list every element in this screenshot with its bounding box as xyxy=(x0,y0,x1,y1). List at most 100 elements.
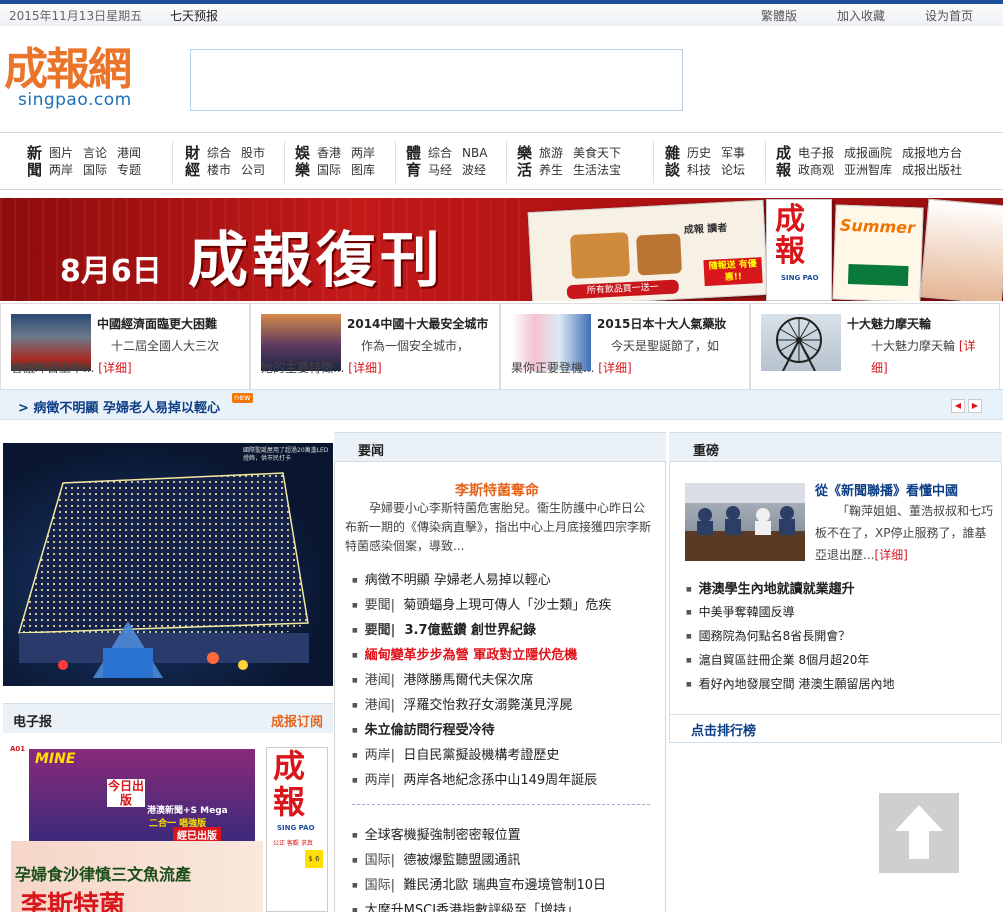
nav-item[interactable]: 成报画院 xyxy=(844,146,892,160)
nav-item[interactable]: 专题 xyxy=(117,163,141,177)
nav-item[interactable]: 图库 xyxy=(351,163,375,177)
revival-banner[interactable]: 8月6日 成報復刊 成報 讀者 隨報送 有優惠!! 所有飲品買一送一 成報 SI… xyxy=(0,198,1003,301)
headline-text[interactable]: 朱立倫訪問行程受冷待 xyxy=(365,723,495,738)
featured-item-text[interactable]: 港澳學生內地就讀就業趨升 xyxy=(699,582,855,597)
nav-item[interactable]: 马经 xyxy=(428,163,452,177)
nav-item[interactable]: 养生 xyxy=(539,163,563,177)
nav-group-title[interactable]: 體育 xyxy=(406,145,422,179)
headline-text[interactable]: 两岸各地紀念孫中山149周年誕辰 xyxy=(403,773,597,788)
featured-item[interactable]: ■ 看好內地發展空間 港澳生願留居內地 xyxy=(686,675,895,692)
card-more-link[interactable]: [详细] xyxy=(98,361,131,375)
headline-text[interactable]: 病徵不明顯 孕婦老人易掉以輕心 xyxy=(365,573,551,588)
nav-item[interactable]: 科技 xyxy=(687,163,711,177)
headline-text[interactable]: 港隊勝馬爾代夫保次席 xyxy=(403,673,533,688)
bookmark-link[interactable]: 加入收藏 xyxy=(837,7,885,24)
headline-item[interactable]: ■ 国际| 德被爆監聽盟國通訊 xyxy=(352,849,520,868)
nav-item[interactable]: 旅游 xyxy=(539,146,563,160)
headline-category[interactable]: 港闻| xyxy=(365,673,395,688)
nav-item[interactable]: 国际 xyxy=(83,163,107,177)
headline-text[interactable]: 浮羅交怡救孖女溺斃漢見浮屍 xyxy=(403,698,572,713)
headline-item[interactable]: ■ 两岸| 日自民黨擬設機構考證歷史 xyxy=(352,744,559,763)
headline-category[interactable]: 要聞| xyxy=(365,623,396,638)
headline-text[interactable]: 菊頭蝠身上現可傳人「沙士類」危疾 xyxy=(403,598,611,613)
nav-group-title[interactable]: 財經 xyxy=(185,145,201,179)
forecast-link[interactable]: 七天预报 xyxy=(170,7,218,24)
featured-card[interactable]: 中國經濟面臨更大困難 十二屆全國人大三次 會議昨日上午... [详细] xyxy=(0,303,250,389)
card-title[interactable]: 2014中國十大最安全城市 xyxy=(347,315,488,332)
nav-item[interactable]: NBA xyxy=(462,146,487,160)
headline-category[interactable]: 要聞| xyxy=(365,598,395,613)
card-title[interactable]: 十大魅力摩天輪 xyxy=(847,315,931,332)
nav-group-title[interactable]: 娛樂 xyxy=(295,145,311,179)
featured-photo[interactable]: 國際聖誕屋用了超過20萬盞LED燈飾，供市民打卡 xyxy=(3,443,333,686)
featured-thumbnail[interactable] xyxy=(685,483,805,561)
ticker-link[interactable]: > 病徵不明顯 孕婦老人易掉以輕心 xyxy=(18,397,220,416)
card-title[interactable]: 2015日本十大人氣藥妝 xyxy=(597,315,726,332)
featured-card[interactable]: 2015日本十大人氣藥妝 今天是聖誕節了，如 果你正要登機... [详细] xyxy=(500,303,750,389)
headline-text[interactable]: 緬甸變革步步為營 軍政對立隱伏危機 xyxy=(365,648,578,663)
featured-item[interactable]: ■ 中美爭奪韓國反導 xyxy=(686,603,795,620)
top-headline[interactable]: 李斯特菌奪命 xyxy=(455,480,539,500)
featured-item-text[interactable]: 看好內地發展空間 港澳生願留居內地 xyxy=(699,677,895,691)
nav-group-title[interactable]: 新聞 xyxy=(27,145,43,179)
ticker-next-button[interactable]: ▶ xyxy=(968,399,982,413)
featured-card[interactable]: 2014中國十大最安全城市 作為一個安全城市， 她的主要特徵... [详细] xyxy=(250,303,500,389)
site-logo[interactable]: 成報網 singpao.com xyxy=(4,44,154,114)
nav-item[interactable]: 言论 xyxy=(83,146,107,160)
ticker-prev-button[interactable]: ◀ xyxy=(951,399,965,413)
card-thumbnail[interactable] xyxy=(761,314,841,372)
headline-item[interactable]: ■ 病徵不明顯 孕婦老人易掉以輕心 xyxy=(352,569,551,588)
headline-item[interactable]: ■ 要聞| 3.7億藍鑽 創世界紀錄 xyxy=(352,619,536,638)
card-title[interactable]: 中國經濟面臨更大困難 xyxy=(97,315,217,332)
subscribe-link[interactable]: 成报订阅 xyxy=(271,711,323,730)
nav-item[interactable]: 电子报 xyxy=(798,146,834,160)
featured-item-text[interactable]: 中美爭奪韓國反導 xyxy=(699,605,795,619)
featured-item[interactable]: ■ 滬自貿區註冊企業 8個月超20年 xyxy=(686,651,869,668)
headline-category[interactable]: 国际| xyxy=(365,878,395,893)
nav-item[interactable]: 国际 xyxy=(317,163,341,177)
headline-item[interactable]: ■ 港闻| 浮羅交怡救孖女溺斃漢見浮屍 xyxy=(352,694,572,713)
nav-item[interactable]: 历史 xyxy=(687,146,711,160)
headline-text[interactable]: 3.7億藍鑽 創世界紀錄 xyxy=(404,623,536,638)
nav-group-title[interactable]: 樂活 xyxy=(517,145,533,179)
featured-item-text[interactable]: 國務院為何點名8省長開會？ xyxy=(699,629,851,643)
headline-item[interactable]: ■ 大摩升MSCI香港指數評級至「增持」 xyxy=(352,899,579,912)
set-homepage-link[interactable]: 设为首页 xyxy=(925,7,973,24)
headline-text[interactable]: 全球客機擬強制密密報位置 xyxy=(365,828,521,843)
nav-group-title[interactable]: 雜談 xyxy=(665,145,681,179)
nav-item[interactable]: 香港 xyxy=(317,146,341,160)
nav-item[interactable]: 股市 xyxy=(241,146,265,160)
headline-item[interactable]: ■ 国际| 難民湧北歐 瑞典宣布邊境管制10日 xyxy=(352,874,606,893)
featured-item-text[interactable]: 滬自貿區註冊企業 8個月超20年 xyxy=(699,653,870,667)
headline-item[interactable]: ■ 朱立倫訪問行程受冷待 xyxy=(352,719,495,738)
nav-item[interactable]: 论坛 xyxy=(721,163,745,177)
headline-item[interactable]: ■ 两岸| 两岸各地紀念孫中山149周年誕辰 xyxy=(352,769,597,788)
featured-more-link[interactable]: [详细] xyxy=(874,548,907,562)
nav-item[interactable]: 军事 xyxy=(721,146,745,160)
nav-group-title[interactable]: 成報 xyxy=(776,145,792,179)
headline-category[interactable]: 港闻| xyxy=(365,698,395,713)
headline-item[interactable]: ■ 要聞| 菊頭蝠身上現可傳人「沙士類」危疾 xyxy=(352,594,611,613)
nav-item[interactable]: 图片 xyxy=(49,146,73,160)
ranking-link[interactable]: 点击排行榜 xyxy=(691,720,756,739)
headline-item[interactable]: ■ 港闻| 港隊勝馬爾代夫保次席 xyxy=(352,669,533,688)
nav-item[interactable]: 成报地方台 xyxy=(902,146,962,160)
featured-story-title[interactable]: 從《新聞聯播》看懂中國 xyxy=(815,480,958,499)
featured-card[interactable]: 十大魅力摩天輪 十大魅力摩天輪 [详细] xyxy=(750,303,1000,389)
headline-text[interactable]: 日自民黨擬設機構考證歷史 xyxy=(403,748,559,763)
headline-text[interactable]: 大摩升MSCI香港指數評級至「增持」 xyxy=(365,903,579,912)
headline-category[interactable]: 两岸| xyxy=(365,748,395,763)
nav-item[interactable]: 波经 xyxy=(462,163,486,177)
nav-item[interactable]: 港闻 xyxy=(117,146,141,160)
headline-category[interactable]: 两岸| xyxy=(365,773,395,788)
headline-item[interactable]: ■ 緬甸變革步步為營 軍政對立隱伏危機 xyxy=(352,644,577,663)
nav-item[interactable]: 两岸 xyxy=(351,146,375,160)
card-more-link[interactable]: [详细] xyxy=(598,361,631,375)
featured-item[interactable]: ■ 國務院為何點名8省長開會？ xyxy=(686,627,850,644)
nav-item[interactable]: 两岸 xyxy=(49,163,73,177)
nav-item[interactable]: 综合 xyxy=(428,146,452,160)
traditional-link[interactable]: 繁體版 xyxy=(761,7,797,24)
headline-item[interactable]: ■ 全球客機擬強制密密報位置 xyxy=(352,824,521,843)
nav-item[interactable]: 亚洲智库 xyxy=(844,163,892,177)
headline-category[interactable]: 国际| xyxy=(365,853,395,868)
